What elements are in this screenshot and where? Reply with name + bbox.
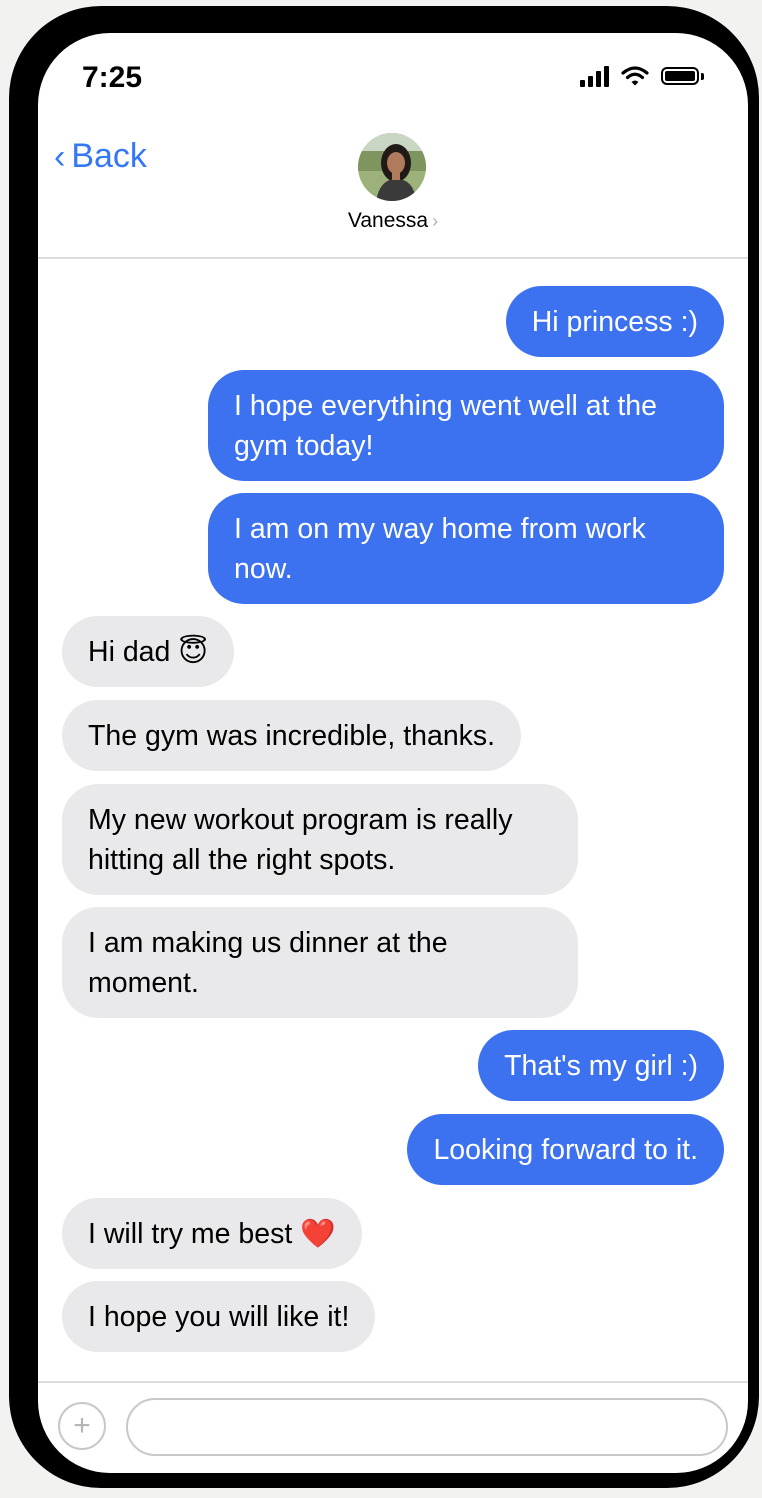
message-bubble-received[interactable]: My new workout program is really hitting… (62, 784, 578, 895)
message-bubble-received[interactable]: The gym was incredible, thanks. (62, 700, 522, 771)
contact-name: Vanessa (347, 209, 429, 232)
message-bubble-sent[interactable]: Hi princess :) (505, 286, 724, 357)
message-text: I will try me best ❤️ (88, 1217, 336, 1250)
back-label: Back (71, 137, 147, 175)
message-bubble-received[interactable]: I will try me best ❤️ (62, 1198, 362, 1269)
message-bubble-received[interactable]: I hope you will like it! (62, 1281, 376, 1352)
avatar-photo (358, 133, 426, 201)
add-attachment-button[interactable]: + (58, 1402, 106, 1450)
phone-frame: 7:25 ‹ Back Vanessa › Hi princess:) I h… (9, 6, 759, 1488)
composer-divider (38, 1381, 748, 1383)
message-bubble-sent[interactable]: That's my girl :) (478, 1030, 724, 1101)
wifi-icon (621, 66, 649, 86)
status-icons (580, 65, 704, 87)
contact-name-button[interactable]: Vanessa › (38, 209, 748, 233)
message-text: My new workout program is really hitting… (88, 803, 513, 876)
message-bubble-sent[interactable]: I am on my way home from work now. (208, 493, 724, 604)
message-text: I am on my way home from work now. (234, 512, 646, 585)
message-text: Hi princess :) (531, 305, 698, 338)
screen: 7:25 ‹ Back Vanessa › Hi princess:) I h… (38, 33, 748, 1473)
back-button[interactable]: ‹ Back (54, 137, 147, 176)
avatar[interactable] (358, 133, 426, 201)
message-bubble-received[interactable]: I am making us dinner at the moment. (62, 907, 578, 1018)
message-text: I hope everything went well at the gym t… (234, 389, 658, 462)
battery-icon (661, 67, 704, 85)
message-bubble-sent[interactable]: Looking forward to it. (407, 1114, 724, 1185)
status-time: 7:25 (82, 61, 143, 94)
plus-icon: + (73, 1409, 91, 1442)
message-text: I am making us dinner at the moment. (88, 926, 448, 999)
cellular-signal-icon (580, 65, 609, 87)
message-input[interactable] (126, 1398, 728, 1456)
message-text: That's my girl :) (504, 1049, 698, 1082)
message-text: Hi dad 😇 (88, 635, 209, 668)
header-divider (38, 257, 748, 259)
chevron-left-icon: ‹ (54, 137, 66, 176)
message-text: Looking forward to it. (433, 1133, 698, 1166)
message-bubble-received[interactable]: Hi dad 😇 (62, 616, 235, 687)
message-text: I hope you will like it! (88, 1300, 350, 1333)
message-text: The gym was incredible, thanks. (88, 719, 496, 752)
chevron-right-icon: › (432, 211, 439, 231)
message-bubble-sent[interactable]: I hope everything went well at the gym t… (208, 370, 724, 481)
